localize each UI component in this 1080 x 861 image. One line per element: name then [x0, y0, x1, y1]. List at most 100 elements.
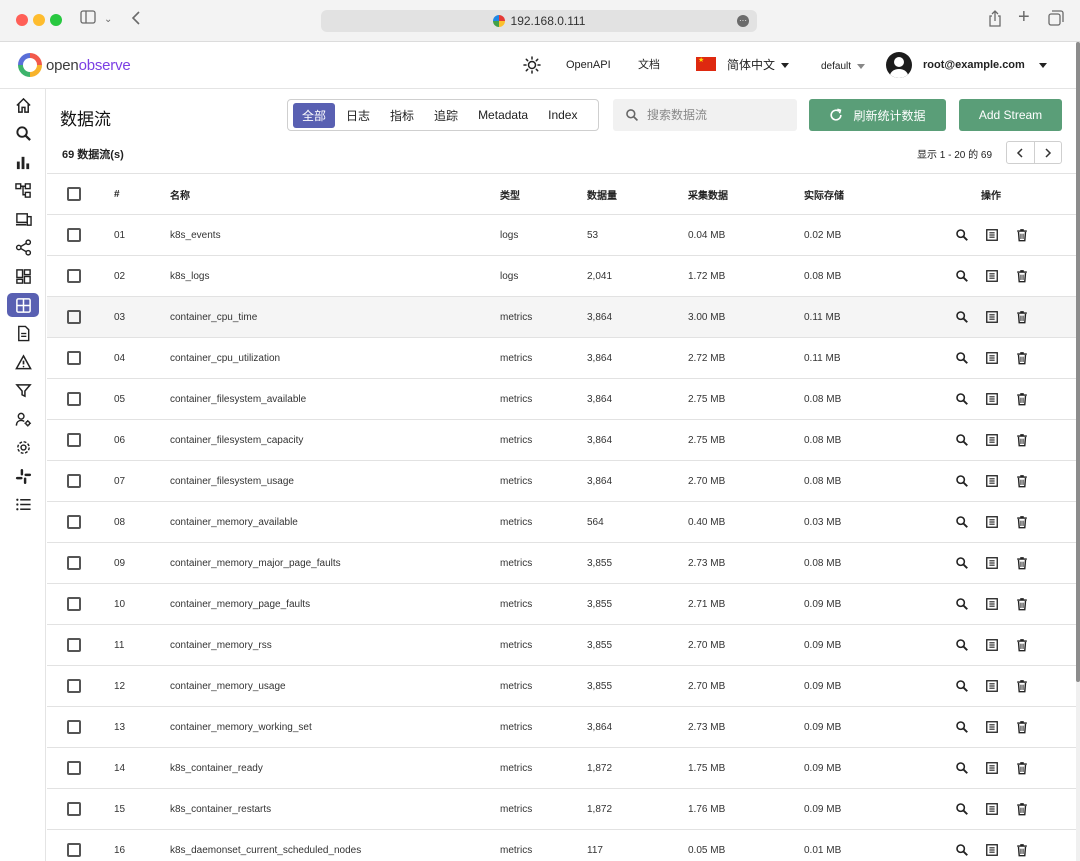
search-box[interactable] — [613, 99, 797, 131]
delete-icon[interactable] — [1015, 720, 1029, 734]
row-checkbox[interactable] — [67, 843, 81, 857]
refresh-stats-button[interactable]: 刷新统计数据 — [809, 99, 946, 131]
tab-5[interactable]: Index — [539, 104, 586, 126]
table-row[interactable]: 08 container_memory_available metrics 564 0.… — [47, 501, 1076, 542]
table-row[interactable]: 15 k8s_container_restarts metrics 1,872 1.76… — [47, 788, 1076, 829]
maximize-window-button[interactable] — [50, 14, 62, 26]
delete-icon[interactable] — [1015, 228, 1029, 242]
docs-link[interactable]: 文档 — [638, 57, 660, 73]
sidebar-item-iam[interactable] — [7, 407, 39, 431]
table-row[interactable]: 04 container_cpu_utilization metrics 3,864 2… — [47, 337, 1076, 378]
table-row[interactable]: 16 k8s_daemonset_current_scheduled_nodes m… — [47, 829, 1076, 861]
table-row[interactable]: 14 k8s_container_ready metrics 1,872 1.75 MB… — [47, 747, 1076, 788]
delete-icon[interactable] — [1015, 351, 1029, 365]
delete-icon[interactable] — [1015, 597, 1029, 611]
add-stream-button[interactable]: Add Stream — [959, 99, 1062, 131]
search-input[interactable] — [647, 108, 787, 122]
header-docs[interactable]: 数据量 — [587, 174, 617, 214]
language-selector[interactable]: 简体中文 — [727, 57, 790, 73]
sidebar-toggle-icon[interactable] — [80, 10, 96, 30]
sidebar-item-home[interactable] — [7, 93, 39, 117]
tab-4[interactable]: Metadata — [469, 104, 537, 126]
delete-icon[interactable] — [1015, 843, 1029, 857]
row-checkbox[interactable] — [67, 720, 81, 734]
delete-icon[interactable] — [1015, 802, 1029, 816]
page-scrollbar[interactable] — [1076, 42, 1080, 861]
schema-icon[interactable] — [985, 802, 999, 816]
explore-icon[interactable] — [955, 310, 969, 324]
explore-icon[interactable] — [955, 597, 969, 611]
explore-icon[interactable] — [955, 351, 969, 365]
explore-icon[interactable] — [955, 638, 969, 652]
row-checkbox[interactable] — [67, 228, 81, 242]
explore-icon[interactable] — [955, 515, 969, 529]
sidebar-item-alerts[interactable] — [7, 350, 39, 374]
explore-icon[interactable] — [955, 228, 969, 242]
schema-icon[interactable] — [985, 269, 999, 283]
schema-icon[interactable] — [985, 515, 999, 529]
table-row[interactable]: 07 container_filesystem_usage metrics 3,864… — [47, 460, 1076, 501]
sidebar-item-dashboards[interactable] — [7, 264, 39, 288]
sidebar-item-slack[interactable] — [7, 464, 39, 488]
theme-toggle-icon[interactable] — [523, 56, 541, 74]
sidebar-item-pipelines[interactable] — [7, 235, 39, 259]
explore-icon[interactable] — [955, 802, 969, 816]
schema-icon[interactable] — [985, 679, 999, 693]
address-bar[interactable]: 192.168.0.111 ··· — [321, 10, 757, 32]
delete-icon[interactable] — [1015, 638, 1029, 652]
header-num[interactable]: # — [114, 174, 120, 214]
explore-icon[interactable] — [955, 556, 969, 570]
chevron-down-icon[interactable]: ⌄ — [104, 10, 112, 30]
delete-icon[interactable] — [1015, 474, 1029, 488]
row-checkbox[interactable] — [67, 761, 81, 775]
next-page-button[interactable] — [1035, 142, 1062, 163]
schema-icon[interactable] — [985, 761, 999, 775]
table-row[interactable]: 01 k8s_events logs 53 0.04 MB 0.02 MB — [47, 214, 1076, 255]
explore-icon[interactable] — [955, 474, 969, 488]
row-checkbox[interactable] — [67, 597, 81, 611]
row-checkbox[interactable] — [67, 474, 81, 488]
schema-icon[interactable] — [985, 228, 999, 242]
delete-icon[interactable] — [1015, 392, 1029, 406]
header-type[interactable]: 类型 — [500, 174, 520, 214]
new-tab-icon[interactable]: + — [1018, 7, 1030, 27]
row-checkbox[interactable] — [67, 392, 81, 406]
header-ingested[interactable]: 采集数据 — [688, 174, 728, 214]
sidebar-item-settings[interactable] — [7, 435, 39, 459]
sidebar-item-about[interactable] — [7, 492, 39, 516]
table-row[interactable]: 12 container_memory_usage metrics 3,855 2.70… — [47, 665, 1076, 706]
explore-icon[interactable] — [955, 761, 969, 775]
schema-icon[interactable] — [985, 843, 999, 857]
table-row[interactable]: 05 container_filesystem_available metrics 3… — [47, 378, 1076, 419]
row-checkbox[interactable] — [67, 679, 81, 693]
delete-icon[interactable] — [1015, 310, 1029, 324]
schema-icon[interactable] — [985, 597, 999, 611]
explore-icon[interactable] — [955, 679, 969, 693]
explore-icon[interactable] — [955, 392, 969, 406]
tab-1[interactable]: 日志 — [337, 103, 379, 128]
row-checkbox[interactable] — [67, 556, 81, 570]
table-row[interactable]: 13 container_memory_working_set metrics 3,8… — [47, 706, 1076, 747]
org-selector[interactable]: default — [821, 59, 866, 75]
explore-icon[interactable] — [955, 269, 969, 283]
tab-3[interactable]: 追踪 — [425, 103, 467, 128]
table-row[interactable]: 03 container_cpu_time metrics 3,864 3.00 MB 0… — [47, 296, 1076, 337]
sidebar-item-traces[interactable] — [7, 178, 39, 202]
tab-0[interactable]: 全部 — [293, 102, 336, 128]
openapi-link[interactable]: OpenAPI — [566, 57, 611, 73]
schema-icon[interactable] — [985, 638, 999, 652]
schema-icon[interactable] — [985, 392, 999, 406]
schema-icon[interactable] — [985, 351, 999, 365]
row-checkbox[interactable] — [67, 638, 81, 652]
user-menu[interactable]: root@example.com — [923, 57, 1047, 73]
table-row[interactable]: 09 container_memory_major_page_faults metr… — [47, 542, 1076, 583]
header-name[interactable]: 名称 — [170, 174, 190, 214]
row-checkbox[interactable] — [67, 351, 81, 365]
table-row[interactable]: 06 container_filesystem_capacity metrics 3,… — [47, 419, 1076, 460]
table-row[interactable]: 10 container_memory_page_faults metrics 3,8… — [47, 583, 1076, 624]
scrollbar-thumb[interactable] — [1076, 42, 1080, 682]
close-window-button[interactable] — [16, 14, 28, 26]
schema-icon[interactable] — [985, 474, 999, 488]
delete-icon[interactable] — [1015, 269, 1029, 283]
row-checkbox[interactable] — [67, 515, 81, 529]
